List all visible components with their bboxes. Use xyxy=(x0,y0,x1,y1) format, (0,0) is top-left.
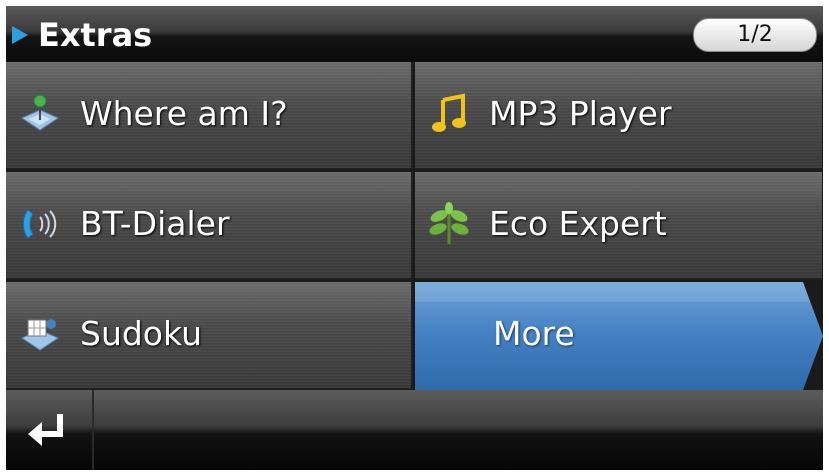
return-arrow-icon xyxy=(28,414,63,446)
bottom-bar xyxy=(6,390,823,470)
menu-item-label: Sudoku xyxy=(80,314,203,353)
menu-item-where-am-i[interactable]: Where am I? xyxy=(6,62,413,170)
more-button[interactable]: More xyxy=(415,282,823,390)
play-arrow-icon xyxy=(12,26,28,44)
menu-item-label: Eco Expert xyxy=(489,204,667,243)
bluetooth-phone-icon xyxy=(23,209,57,239)
more-button-background xyxy=(415,282,823,390)
more-label: More xyxy=(493,314,575,353)
page-indicator-button[interactable]: 1/2 xyxy=(693,18,817,52)
menu-item-label: MP3 Player xyxy=(489,94,672,133)
menu-item-eco-expert[interactable]: Eco Expert xyxy=(415,172,822,280)
back-button[interactable] xyxy=(6,390,94,470)
screen: Extras 1/2 Where am I? MP3 Player BT-Dia xyxy=(6,6,823,470)
page-title: Extras xyxy=(38,16,153,54)
menu-item-bt-dialer[interactable]: BT-Dialer xyxy=(6,172,413,280)
menu-item-label: Where am I? xyxy=(80,94,288,133)
menu-item-mp3-player[interactable]: MP3 Player xyxy=(415,62,822,170)
music-note-icon xyxy=(432,93,466,132)
menu-item-sudoku[interactable]: Sudoku xyxy=(6,282,413,390)
title-bar: Extras 1/2 xyxy=(6,6,823,62)
menu-item-label: BT-Dialer xyxy=(80,204,230,243)
map-pin-icon xyxy=(20,94,60,131)
plant-icon xyxy=(429,202,469,244)
sudoku-icon xyxy=(20,319,60,351)
